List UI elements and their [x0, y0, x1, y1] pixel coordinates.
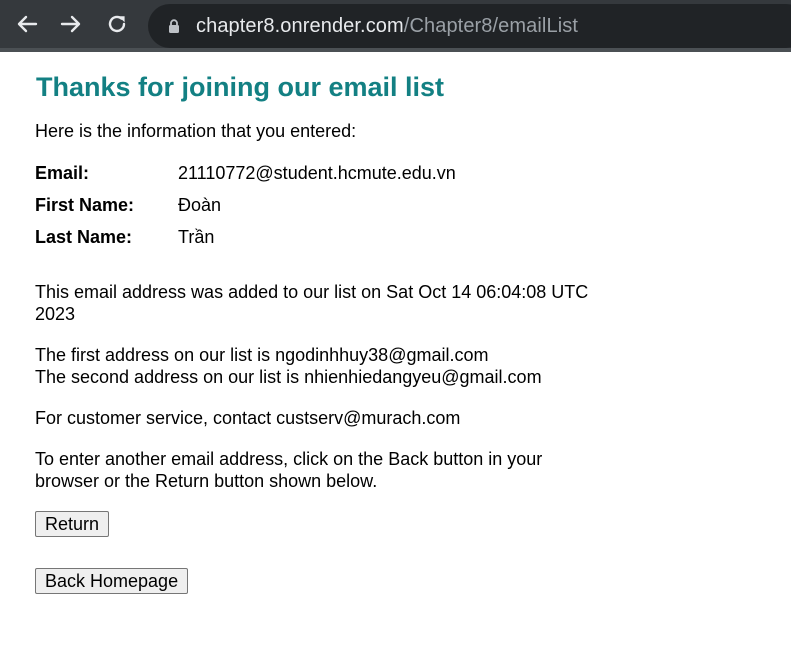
table-row: Email: 21110772@student.hcmute.edu.vn: [35, 157, 456, 189]
lock-icon[interactable]: [166, 18, 182, 34]
last-name-label: Last Name:: [35, 227, 133, 247]
return-form: Return: [35, 511, 791, 537]
address-bar[interactable]: chapter8.onrender.com/Chapter8/emailList: [148, 4, 791, 48]
url-host: chapter8.onrender.com: [196, 14, 404, 37]
arrow-left-icon: [17, 15, 38, 33]
forward-button[interactable]: [48, 0, 94, 50]
intro-text: Here is the information that you entered…: [35, 121, 357, 141]
email-value: 21110772@student.hcmute.edu.vn: [178, 163, 456, 183]
return-button[interactable]: Return: [35, 511, 110, 537]
arrow-right-icon: [60, 15, 81, 33]
page-content: Thanks for joining our email list Here i…: [0, 52, 791, 594]
table-row: First Name: Đoàn: [35, 189, 456, 221]
first-name-value: Đoàn: [178, 195, 222, 215]
back-homepage-button[interactable]: Back Homepage: [35, 568, 189, 594]
reload-button[interactable]: [94, 0, 140, 50]
address-list-text: The first address on our list is ngodinh…: [35, 344, 595, 388]
first-address-text: The first address on our list is ngodinh…: [35, 345, 489, 365]
table-row: Last Name: Trần: [35, 221, 456, 253]
browser-toolbar: chapter8.onrender.com/Chapter8/emailList: [0, 0, 791, 52]
added-date-text: This email address was added to our list…: [35, 282, 589, 324]
url-path: /Chapter8/emailList: [403, 14, 579, 37]
info-table: Email: 21110772@student.hcmute.edu.vn Fi…: [35, 157, 456, 253]
customer-service-text: For customer service, contact custserv@m…: [35, 408, 461, 428]
email-label: Email:: [35, 163, 90, 183]
reload-icon: [108, 15, 126, 33]
first-name-label: First Name:: [35, 195, 135, 215]
page-title: Thanks for joining our email list: [36, 72, 445, 102]
instructions-text: To enter another email address, click on…: [35, 449, 543, 491]
url-text[interactable]: chapter8.onrender.com/Chapter8/emailList: [196, 15, 578, 38]
last-name-value: Trần: [178, 227, 215, 247]
second-address-text: The second address on our list is nhienh…: [35, 367, 542, 387]
homepage-form: Back Homepage: [35, 568, 791, 594]
back-button[interactable]: [6, 0, 48, 50]
